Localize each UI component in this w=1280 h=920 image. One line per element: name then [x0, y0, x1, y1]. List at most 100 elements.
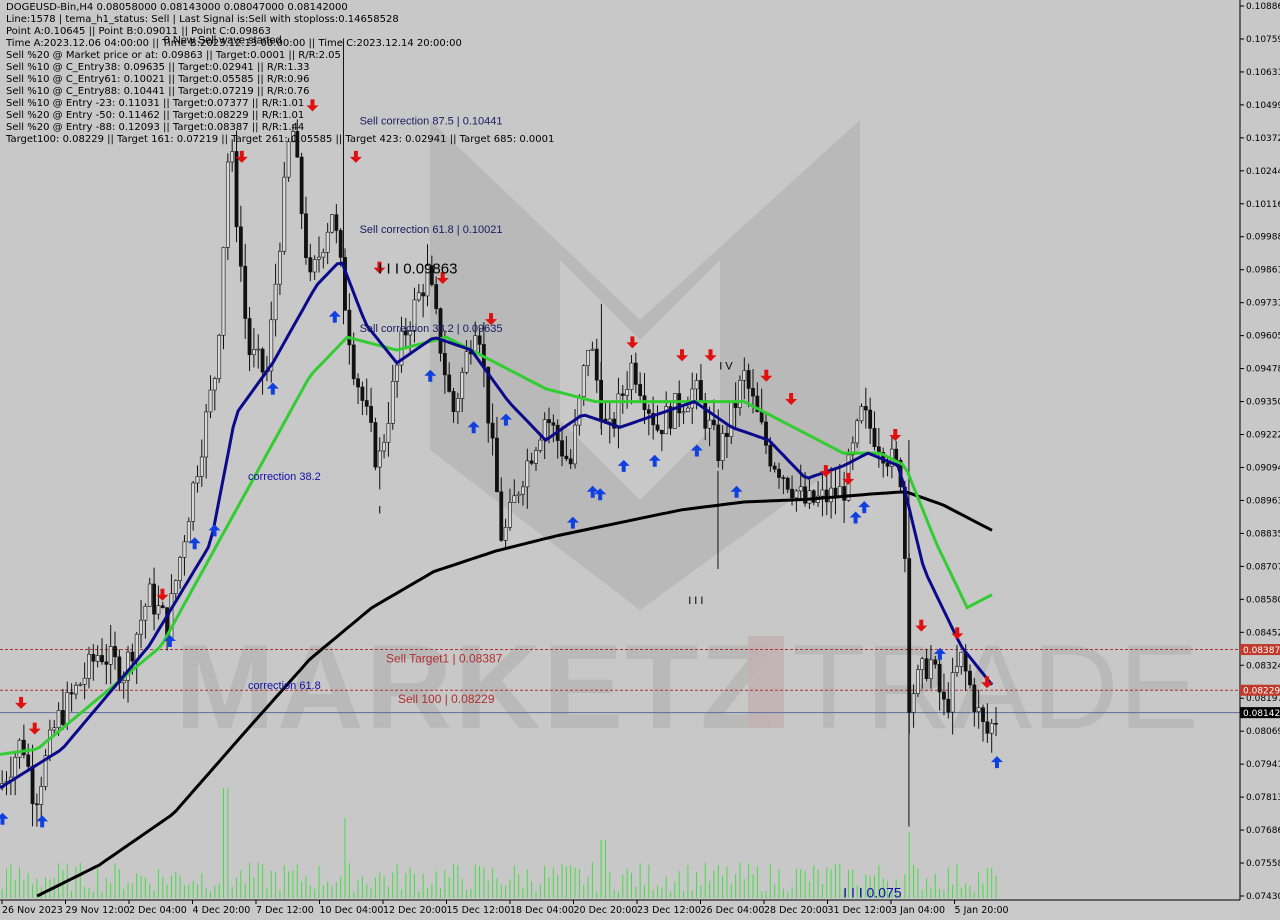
candle-body	[872, 428, 877, 448]
candle-body	[690, 388, 695, 409]
candle-body	[638, 384, 643, 397]
candle-body	[920, 658, 925, 670]
price-tick-label: 0.09605	[1246, 332, 1280, 342]
candle-body	[694, 380, 699, 390]
candle-body	[746, 370, 751, 389]
candle-body	[516, 493, 521, 497]
candle-body	[521, 486, 525, 495]
candle-body	[581, 365, 586, 397]
candle-body	[855, 420, 860, 444]
candle-body	[981, 707, 985, 723]
candle-body	[720, 432, 725, 461]
candle-body	[959, 651, 964, 667]
price-tick-label: 0.09478	[1246, 365, 1280, 375]
candle-body	[273, 283, 278, 321]
candle-body	[156, 605, 161, 615]
candle-body	[178, 557, 183, 581]
candle-body	[30, 766, 35, 805]
candle-body	[551, 422, 556, 426]
candle-body	[74, 684, 78, 695]
price-tick-label: 0.09731	[1246, 299, 1280, 309]
candle-body	[859, 406, 864, 422]
candle-body	[282, 176, 287, 252]
candle-body	[477, 335, 482, 345]
candle-body	[529, 460, 534, 464]
candle-body	[195, 476, 200, 484]
candle-body	[34, 803, 39, 806]
candle-body	[790, 488, 794, 499]
candle-body	[130, 651, 135, 662]
candle-body	[87, 653, 91, 679]
candle-body	[186, 521, 191, 543]
candle-body	[798, 486, 803, 492]
info-line: Sell %10 @ C_Entry38: 0.09635 || Target:…	[6, 62, 310, 73]
candle-body	[256, 348, 261, 351]
price-tick-label: 0.07558	[1246, 859, 1280, 869]
candle-body	[607, 418, 612, 423]
candle-body	[503, 527, 508, 541]
chart-annotation: Sell correction 38.2 | 0.09635	[360, 323, 503, 335]
candle-body	[590, 348, 595, 351]
candle-body	[147, 583, 152, 607]
candle-body	[820, 489, 825, 497]
candle-body	[560, 440, 564, 457]
candle-body	[586, 349, 590, 367]
info-line: Sell %10 @ Entry -23: 0.11031 || Target:…	[6, 98, 305, 109]
candle-body	[421, 292, 426, 297]
candle-body	[247, 318, 252, 356]
info-line: Sell %20 @ Entry -50: 0.11462 || Target:…	[6, 110, 305, 121]
candle-body	[707, 419, 712, 429]
candle-body	[234, 151, 239, 228]
candle-body	[573, 424, 577, 465]
candle-body	[946, 698, 951, 713]
candle-body	[929, 659, 933, 679]
candle-body	[208, 389, 213, 413]
candle-body	[508, 502, 512, 528]
candle-body	[681, 411, 686, 414]
info-panel: DOGEUSD-Bin,H4 0.08058000 0.08143000 0.0…	[6, 2, 554, 146]
price-tick-label: 0.07813	[1246, 793, 1280, 803]
candle-body	[395, 364, 400, 382]
candle-body	[304, 213, 308, 258]
price-tick-label: 0.09094	[1246, 463, 1280, 473]
candle-body	[464, 351, 469, 373]
candle-body	[616, 393, 621, 429]
candle-body	[160, 605, 165, 608]
candle-body	[863, 406, 868, 411]
candle-body	[829, 487, 834, 503]
candle-body	[868, 409, 873, 429]
time-tick-label: 29 Nov 12:00	[66, 905, 130, 916]
candle-body	[317, 256, 321, 260]
candle-body	[334, 214, 339, 231]
candle-body	[91, 653, 96, 662]
chart-window: MARKETZ TRADE Sell Target1 | 0.08387 Sell…	[0, 0, 1280, 920]
candle-body	[351, 344, 356, 380]
candle-body	[807, 490, 812, 504]
candle-body	[876, 446, 881, 453]
chart-annotation: I V	[719, 361, 733, 373]
candle-body	[230, 151, 235, 163]
candle-body	[442, 353, 447, 376]
candle-body	[885, 462, 890, 467]
candle-body	[330, 214, 334, 233]
candle-body	[204, 411, 209, 458]
price-tick-label: 0.10244	[1246, 167, 1280, 177]
candle-body	[260, 348, 265, 373]
info-line: Sell %20 @ Market price or at: 0.09863 |…	[6, 50, 341, 61]
candle-body	[382, 441, 386, 452]
candle-body	[685, 407, 690, 413]
candle-body	[113, 646, 117, 658]
candle-body	[238, 226, 243, 267]
candle-body	[499, 491, 504, 541]
time-tick-label: 12 Dec 20:00	[383, 905, 447, 916]
candle-body	[455, 398, 460, 413]
candle-body	[989, 722, 994, 734]
candle-body	[633, 362, 638, 385]
candle-body	[625, 389, 630, 396]
candle-body	[512, 495, 517, 503]
time-tick-label: 26 Nov 2023	[2, 905, 63, 916]
candle-body	[386, 423, 391, 443]
info-line: Line:1578 | tema_h1_status: Sell | Last …	[6, 14, 399, 25]
candle-body	[26, 754, 31, 767]
candle-body	[659, 429, 664, 435]
